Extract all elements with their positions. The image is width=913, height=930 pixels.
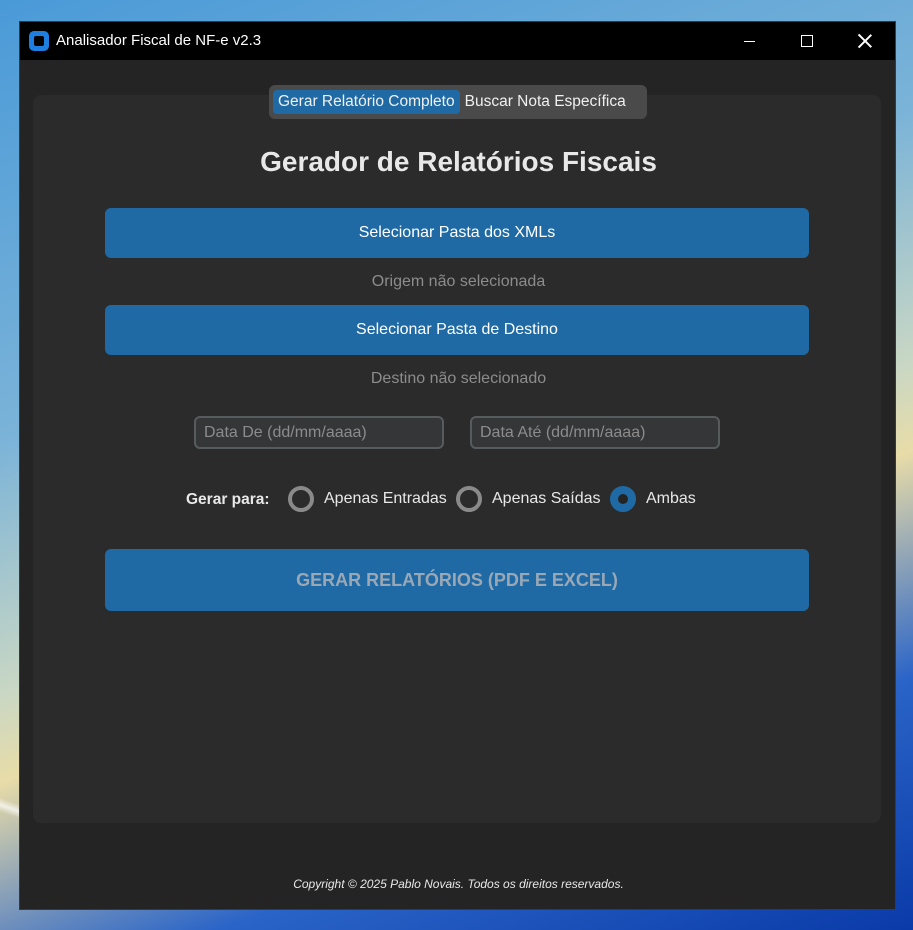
- maximize-button[interactable]: [778, 22, 836, 60]
- tab-bar: Gerar Relatório Completo Buscar Nota Esp…: [269, 85, 647, 119]
- select-destination-folder-button[interactable]: Selecionar Pasta de Destino: [105, 305, 809, 355]
- report-type-radio-group: Gerar para: Apenas Entradas Apenas Saída…: [20, 484, 897, 514]
- generate-reports-button[interactable]: GERAR RELATÓRIOS (PDF E EXCEL): [105, 549, 809, 611]
- close-icon: [858, 34, 872, 48]
- select-source-folder-button[interactable]: Selecionar Pasta dos XMLs: [105, 208, 809, 258]
- radio-exits-only[interactable]: [456, 486, 482, 512]
- radio-exits-only-label[interactable]: Apenas Saídas: [492, 490, 601, 508]
- tab-content-panel: [33, 95, 881, 823]
- generate-for-label: Gerar para:: [186, 491, 270, 508]
- close-button[interactable]: [836, 22, 894, 60]
- destination-status-label: Destino não selecionado: [370, 370, 547, 387]
- tab-search-note[interactable]: Buscar Nota Específica: [460, 90, 631, 114]
- minimize-icon: [743, 40, 755, 42]
- source-status-label: Origem não selecionada: [371, 273, 546, 290]
- minimize-button[interactable]: [720, 22, 778, 60]
- radio-entries-only-label[interactable]: Apenas Entradas: [324, 490, 447, 508]
- radio-entries-only[interactable]: [288, 486, 314, 512]
- date-from-input[interactable]: [194, 416, 444, 449]
- copyright-footer: Copyright © 2025 Pablo Novais. Todos os …: [293, 877, 624, 891]
- tab-full-report[interactable]: Gerar Relatório Completo: [273, 90, 460, 114]
- title-bar: Analisador Fiscal de NF-e v2.3: [20, 22, 895, 60]
- window-title: Analisador Fiscal de NF-e v2.3: [56, 32, 262, 49]
- radio-both[interactable]: [610, 486, 636, 512]
- radio-both-label[interactable]: Ambas: [646, 490, 696, 508]
- date-to-input[interactable]: [470, 416, 720, 449]
- maximize-icon: [801, 35, 813, 47]
- app-icon: [29, 31, 49, 51]
- page-title: Gerador de Relatórios Fiscais: [260, 146, 657, 177]
- app-window: Analisador Fiscal de NF-e v2.3 Gerar Rel…: [19, 21, 896, 910]
